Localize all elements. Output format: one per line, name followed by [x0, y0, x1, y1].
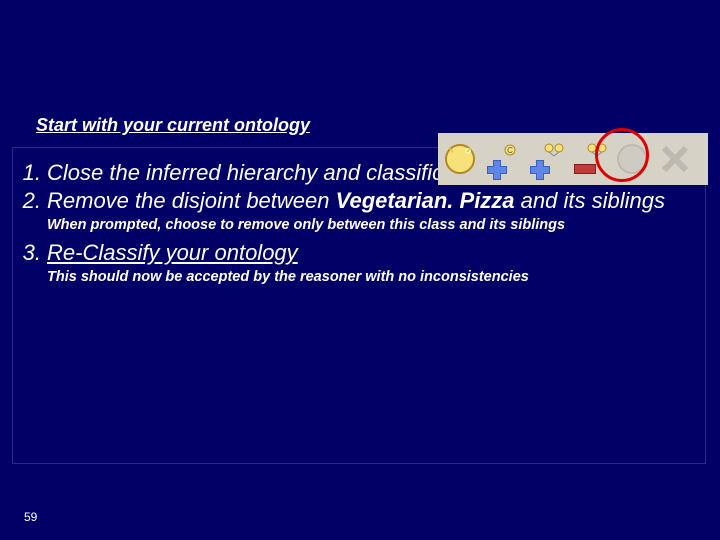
- step-1-number: 1.: [17, 160, 47, 186]
- step-2-text: Remove the disjoint between Vegetarian. …: [47, 188, 705, 214]
- cut-class-button[interactable]: [655, 139, 695, 179]
- add-subclass-button[interactable]: C: [483, 139, 523, 179]
- step-3-text: Re-Classify your ontology: [47, 240, 705, 266]
- step-3-note: This should now be accepted by the reaso…: [13, 268, 705, 286]
- highlight-circle: [595, 128, 649, 182]
- step-2-post: and its siblings: [515, 188, 665, 213]
- content-box: 1. Close the inferred hierarchy and clas…: [12, 147, 706, 464]
- page-number: 59: [24, 510, 37, 524]
- add-sibling-button[interactable]: [526, 139, 566, 179]
- step-3-number: 3.: [17, 240, 47, 266]
- create-class-button[interactable]: [440, 139, 480, 179]
- plus-sibling-icon: [529, 142, 563, 176]
- step-2-number: 2.: [17, 188, 47, 214]
- toolbar: C: [438, 133, 708, 185]
- step-2-note: When prompted, choose to remove only bet…: [13, 216, 705, 234]
- svg-text:C: C: [507, 146, 513, 155]
- cut-x-icon: [658, 142, 692, 176]
- plus-subclass-icon: C: [486, 142, 520, 176]
- intro-line: Start with your current ontology: [36, 115, 310, 136]
- circle-create-icon: [443, 142, 477, 176]
- step-2: 2. Remove the disjoint between Vegetaria…: [13, 188, 705, 214]
- step-2-pre: Remove the disjoint between: [47, 188, 336, 213]
- step-3: 3. Re-Classify your ontology: [13, 240, 705, 266]
- step-2-bold: Vegetarian. Pizza: [336, 188, 515, 213]
